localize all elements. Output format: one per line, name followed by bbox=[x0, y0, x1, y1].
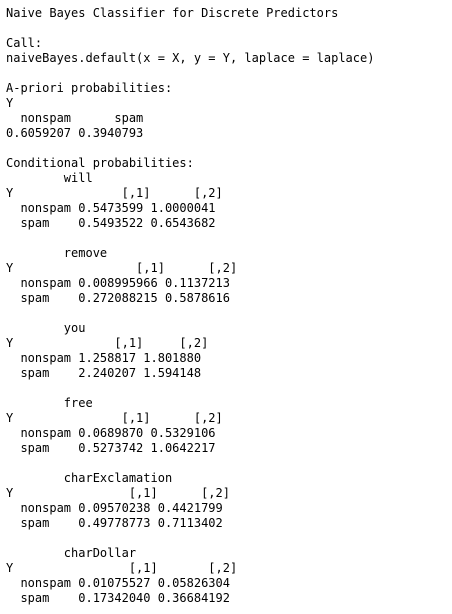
apriori-values: 0.6059207 0.3940793 bbox=[6, 126, 144, 140]
predictor-row-spam: spam 0.272088215 0.5878616 bbox=[6, 291, 230, 305]
predictor-header: Y [,1] [,2] bbox=[6, 486, 230, 500]
predictor-row-nonspam: nonspam 0.01075527 0.05826304 bbox=[6, 576, 230, 590]
predictor-row-spam: spam 2.240207 1.594148 bbox=[6, 366, 202, 380]
predictor-row-spam: spam 0.5493522 0.6543682 bbox=[6, 216, 216, 230]
predictor-row-nonspam: nonspam 0.5473599 1.0000041 bbox=[6, 201, 216, 215]
predictor-name: charDollar bbox=[6, 546, 137, 560]
predictor-header: Y [,1] [,2] bbox=[6, 336, 209, 350]
predictor-header: Y [,1] [,2] bbox=[6, 261, 238, 275]
predictor-name: free bbox=[6, 396, 93, 410]
predictor-header: Y [,1] [,2] bbox=[6, 561, 238, 575]
call-label: Call: bbox=[6, 36, 43, 50]
predictor-header: Y [,1] [,2] bbox=[6, 186, 223, 200]
output-title: Naive Bayes Classifier for Discrete Pred… bbox=[6, 6, 339, 20]
predictor-name: remove bbox=[6, 246, 108, 260]
apriori-header: nonspam spam bbox=[6, 111, 144, 125]
console-output: Naive Bayes Classifier for Discrete Pred… bbox=[6, 6, 450, 606]
predictor-row-spam: spam 0.49778773 0.7113402 bbox=[6, 516, 223, 530]
predictor-row-nonspam: nonspam 0.008995966 0.1137213 bbox=[6, 276, 230, 290]
apriori-dimname: Y bbox=[6, 96, 14, 110]
predictor-header: Y [,1] [,2] bbox=[6, 411, 223, 425]
predictor-row-nonspam: nonspam 1.258817 1.801880 bbox=[6, 351, 202, 365]
conditional-heading: Conditional probabilities: bbox=[6, 156, 194, 170]
predictor-row-spam: spam 0.17342040 0.36684192 bbox=[6, 591, 230, 605]
apriori-heading: A-priori probabilities: bbox=[6, 81, 173, 95]
predictor-row-nonspam: nonspam 0.09570238 0.4421799 bbox=[6, 501, 223, 515]
predictor-row-spam: spam 0.5273742 1.0642217 bbox=[6, 441, 216, 455]
predictor-row-nonspam: nonspam 0.0689870 0.5329106 bbox=[6, 426, 216, 440]
predictor-name: you bbox=[6, 321, 86, 335]
call-expression: naiveBayes.default(x = X, y = Y, laplace… bbox=[6, 51, 375, 65]
predictor-name: charExclamation bbox=[6, 471, 173, 485]
predictor-name: will bbox=[6, 171, 93, 185]
